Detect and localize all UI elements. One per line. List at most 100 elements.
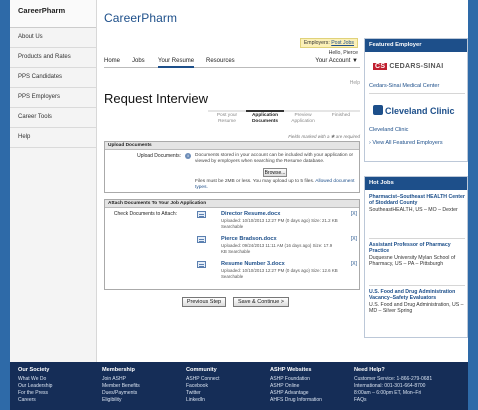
browse-button[interactable]: Browse... — [263, 168, 287, 177]
footer-text: International: 001-301-664-8700 — [354, 383, 426, 389]
footer-link[interactable]: ASHP Advantage — [270, 390, 322, 397]
employers-box: Employers: Post Jobs — [299, 38, 358, 48]
hot-job-3-title[interactable]: U.S. Food and Drug Administration Vacanc… — [369, 289, 465, 302]
file-meta-2: Uploaded: 09/24/2013 11:11 AM (16 days a… — [221, 243, 333, 254]
cleveland-clinic-mark-icon — [373, 105, 383, 115]
upload-section-header: Upload Documents — [105, 142, 359, 150]
nav-your-account[interactable]: Your Account ▼ — [315, 58, 358, 64]
cedars-sinai-logo-text: CEDARS-SINAI — [389, 63, 444, 70]
required-note: Fields marked with a ✱ are required — [288, 134, 360, 139]
cedars-sinai-logo[interactable]: CS CEDARS-SINAI — [373, 63, 444, 70]
footer-link[interactable]: ASHP Connect — [186, 376, 220, 383]
footer-col-community: Community ASHP Connect Facebook Twitter … — [186, 367, 220, 404]
footer-heading: Our Society — [18, 367, 50, 373]
upload-limit-text: Files must be 2MB or less. You may uploa… — [195, 179, 315, 184]
cleveland-clinic-logo[interactable]: Cleveland Clinic — [373, 105, 455, 116]
footer-link[interactable]: Twitter — [186, 390, 220, 397]
footer-link[interactable]: Eligibility — [102, 397, 140, 404]
footer-col-need-help: Need Help? Customer Service: 1-866-279-0… — [354, 367, 432, 404]
nav-your-resume[interactable]: Your Resume — [158, 58, 195, 68]
hot-job-1[interactable]: Pharmacist–Southeast HEALTH Center of St… — [369, 194, 465, 213]
file-name-2[interactable]: Pierce Bradson.docx — [221, 236, 277, 242]
remove-file-3-button[interactable]: [X] — [351, 261, 357, 267]
hot-job-2-title[interactable]: Assistant Professor of Pharmacy Practice — [369, 242, 465, 255]
footer-heading: Membership — [102, 367, 135, 373]
file-name-1[interactable]: Director Resume.docx — [221, 211, 280, 217]
file-name-3[interactable]: Resume Number 3.docx — [221, 261, 285, 267]
document-checkbox-icon[interactable] — [197, 211, 206, 218]
footer-link[interactable]: AHFS Drug Information — [270, 397, 322, 404]
cleveland-clinic-link[interactable]: Cleveland Clinic — [369, 127, 408, 133]
sidebar-item-help[interactable]: Help — [10, 128, 96, 148]
nav-resources[interactable]: Resources — [206, 58, 235, 64]
view-all-featured-link[interactable]: › View All Featured Employers — [369, 140, 449, 147]
footer-col-membership: Membership Join ASHP Member Benefits Due… — [102, 367, 140, 404]
footer-link[interactable]: Dues/Payments — [102, 390, 140, 397]
divider — [369, 238, 465, 239]
left-sidebar: CareerPharm About Us Products and Rates … — [10, 0, 97, 362]
hot-job-2-detail: Duquesne University Mylan School of Phar… — [369, 254, 456, 268]
previous-step-button[interactable]: Previous Step — [182, 297, 226, 307]
footer-link[interactable]: Join ASHP — [102, 376, 140, 383]
sidebar-brand[interactable]: CareerPharm — [10, 0, 96, 28]
careerpharm-logo[interactable]: CareerPharm — [104, 11, 177, 25]
nav-home[interactable]: Home — [104, 58, 120, 64]
remove-file-1-button[interactable]: [X] — [351, 211, 357, 217]
footer-text: Customer Service: 1-866-279-0681 — [354, 376, 433, 382]
footer-heading: Community — [186, 367, 217, 373]
footer-link[interactable]: For the Press — [18, 390, 52, 397]
document-checkbox-icon[interactable] — [197, 236, 206, 243]
nav-jobs[interactable]: Jobs — [132, 58, 145, 64]
info-icon: i — [185, 153, 191, 159]
attach-documents-section: Attach Documents To Your Job Application… — [104, 199, 360, 290]
footer-link[interactable]: Member Benefits — [102, 383, 140, 390]
footer-text: 8:00am – 6:00pm ET, Mon–Fri — [354, 390, 422, 396]
save-continue-button[interactable]: Save & Continue > — [233, 297, 289, 307]
document-checkbox-icon[interactable] — [197, 261, 206, 268]
footer-link[interactable]: ASHP Online — [270, 383, 322, 390]
footer-link[interactable]: Our Leadership — [18, 383, 52, 390]
footer-col-ashp-websites: ASHP Websites ASHP Foundation ASHP Onlin… — [270, 367, 322, 404]
remove-file-2-button[interactable]: [X] — [351, 236, 357, 242]
sidebar-item-career-tools[interactable]: Career Tools — [10, 108, 96, 128]
sidebar-item-pps-candidates[interactable]: PPS Candidates — [10, 68, 96, 88]
step-finished: Finished — [331, 113, 351, 118]
main-content: CareerPharm Employers: Post Jobs Hello, … — [104, 0, 360, 362]
footer-link[interactable]: LinkedIn — [186, 397, 220, 404]
footer-link[interactable]: ASHP Foundation — [270, 376, 322, 383]
steps-track — [208, 110, 360, 112]
help-link[interactable]: Help — [350, 80, 360, 86]
hot-job-3[interactable]: U.S. Food and Drug Administration Vacanc… — [369, 289, 465, 315]
footer-link[interactable]: Facebook — [186, 383, 220, 390]
progress-steps: Post your Resume Application Documents P… — [208, 110, 360, 132]
footer-link[interactable]: Careers — [18, 397, 52, 404]
cedars-sinai-link[interactable]: Cedars-Sinai Medical Center — [369, 83, 439, 89]
divider — [369, 93, 465, 94]
sidebar-item-products-and-rates[interactable]: Products and Rates — [10, 48, 96, 68]
sidebar-item-about-us[interactable]: About Us — [10, 28, 96, 48]
step-post-resume: Post your Resume — [216, 113, 238, 124]
hot-job-2[interactable]: Assistant Professor of Pharmacy Practice… — [369, 242, 465, 268]
hot-job-1-title[interactable]: Pharmacist–Southeast HEALTH Center of St… — [369, 194, 465, 207]
sidebar-item-pps-employers[interactable]: PPS Employers — [10, 88, 96, 108]
hot-job-1-detail: SoutheastHEALTH, US – MO – Dexter — [369, 206, 458, 213]
site-footer: Our Society What We Do Our Leadership Fo… — [10, 362, 468, 410]
footer-link[interactable]: What We Do — [18, 376, 52, 383]
upload-documents-label: Upload Documents: — [137, 153, 181, 159]
file-row-3: Resume Number 3.docx Uploaded: 10/10/201… — [197, 261, 357, 282]
footer-heading: Need Help? — [354, 367, 385, 373]
file-meta-3: Uploaded: 10/10/2013 12:27 PM (0 days ag… — [221, 268, 338, 279]
step-preview-application: Preview Application — [291, 113, 315, 124]
hot-jobs-panel: Hot Jobs Pharmacist–Southeast HEALTH Cen… — [364, 176, 468, 338]
file-meta-1: Uploaded: 10/10/2013 12:27 PM (0 days ag… — [221, 218, 338, 229]
hot-job-3-detail: U.S. Food and Drug Administration, US – … — [369, 301, 464, 315]
steps-active-segment — [246, 110, 284, 112]
footer-heading: ASHP Websites — [270, 367, 312, 373]
page-title: Request Interview — [104, 91, 209, 106]
featured-employer-panel: Featured Employer CS CEDARS-SINAI Cedars-… — [364, 38, 468, 162]
post-jobs-link[interactable]: Post Jobs — [331, 40, 354, 46]
cedars-sinai-badge: CS — [373, 63, 388, 70]
hot-jobs-header: Hot Jobs — [365, 177, 467, 190]
footer-link[interactable]: FAQs — [354, 397, 432, 404]
main-nav: Home Jobs Your Resume Resources Your Acc… — [104, 55, 360, 68]
